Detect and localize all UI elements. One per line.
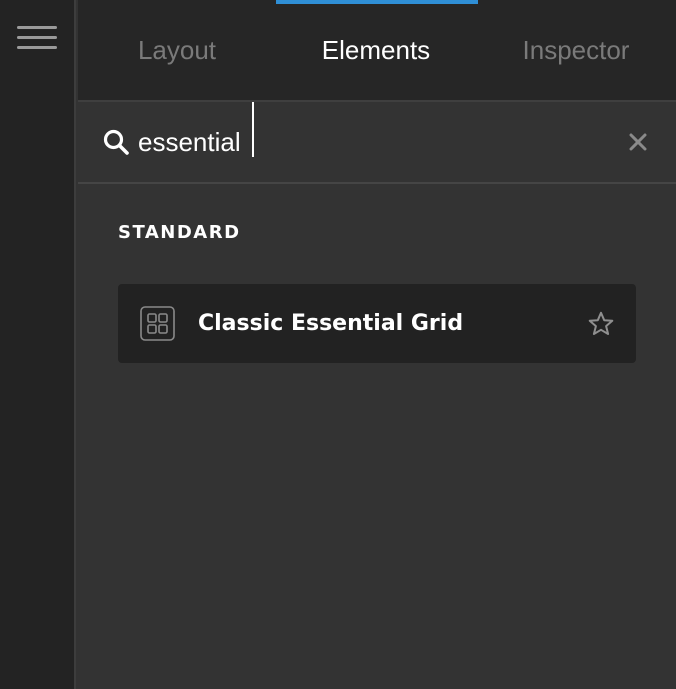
element-item-classic-essential-grid[interactable]: Classic Essential Grid xyxy=(118,284,636,363)
section-heading: STANDARD xyxy=(118,222,241,243)
tab-elements[interactable]: Elements xyxy=(276,0,476,100)
star-icon[interactable] xyxy=(588,311,614,337)
close-icon[interactable] xyxy=(628,132,648,152)
tab-bar: Layout Elements Inspector xyxy=(78,0,676,102)
grid-icon xyxy=(140,306,175,341)
search-icon xyxy=(103,129,129,155)
text-caret xyxy=(252,102,254,157)
hamburger-menu-icon[interactable] xyxy=(17,26,57,50)
tab-layout[interactable]: Layout xyxy=(78,0,276,100)
element-label: Classic Essential Grid xyxy=(198,311,464,336)
tab-inspector[interactable]: Inspector xyxy=(476,0,676,100)
search-bar xyxy=(78,102,676,184)
app-root: Layout Elements Inspector STANDARD xyxy=(0,0,676,689)
builder-panel: Layout Elements Inspector STANDARD xyxy=(78,0,676,689)
search-input[interactable] xyxy=(138,122,618,162)
left-rail xyxy=(0,0,76,689)
